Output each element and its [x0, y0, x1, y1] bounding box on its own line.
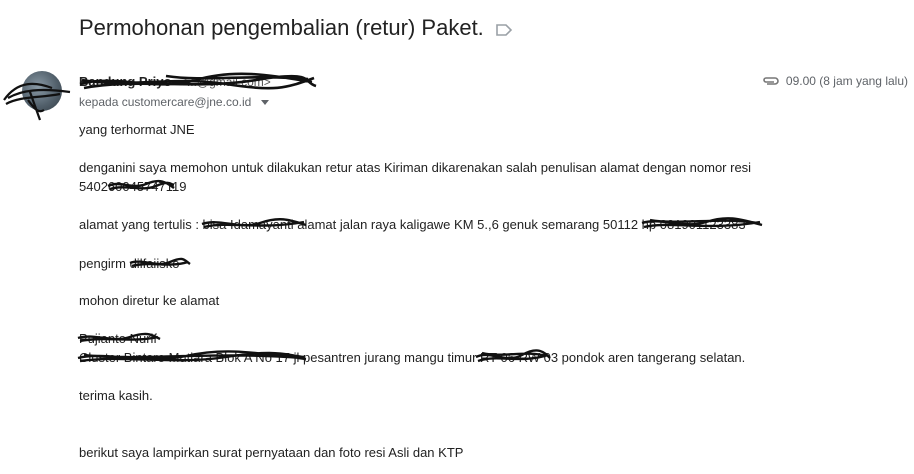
sender-name[interactable]: Bandung Priyo — [79, 74, 171, 89]
body-greeting: yang terhormat JNE — [79, 122, 195, 137]
body-paragraph-1: denganini saya memohon untuk dilakukan r… — [79, 160, 752, 175]
recipient-row[interactable]: kepada customercare@jne.co.id — [79, 95, 269, 109]
body-return-name: Pujianto Nurif — [79, 331, 158, 346]
body-sender-line: pengirm dilfaiisko — [79, 256, 180, 271]
sender-email: <...@gmail.com> — [179, 75, 271, 89]
sender-row: Bandung Priyo <...@gmail.com> — [79, 73, 271, 91]
recipient-address: customercare@jne.co.id — [121, 95, 252, 109]
body-return-intro: mohon diretur ke alamat — [79, 293, 220, 308]
body-address-written: alamat yang tertulis : bisa Idamayanti a… — [79, 217, 746, 232]
paperclip-icon — [763, 77, 779, 85]
recipient-prefix: kepada — [79, 95, 119, 109]
message-time: 09.00 (8 jam yang lalu) — [762, 74, 908, 88]
email-subject: Permohonan pengembalian (retur) Paket. — [79, 15, 484, 40]
body-thanks: terima kasih. — [79, 388, 153, 403]
avatar[interactable] — [22, 71, 62, 111]
time-label: 09.00 (8 jam yang lalu) — [785, 74, 908, 88]
body-return-address: Cluster Bintaro Mutiara Blok A No 17 jl … — [79, 350, 746, 365]
chevron-down-icon[interactable] — [260, 100, 269, 106]
body-receipt-number: 540260045747119 — [79, 179, 187, 194]
body-attachment-note: berikut saya lampirkan surat pernyataan … — [79, 445, 464, 460]
label-tag-icon[interactable] — [495, 22, 513, 38]
